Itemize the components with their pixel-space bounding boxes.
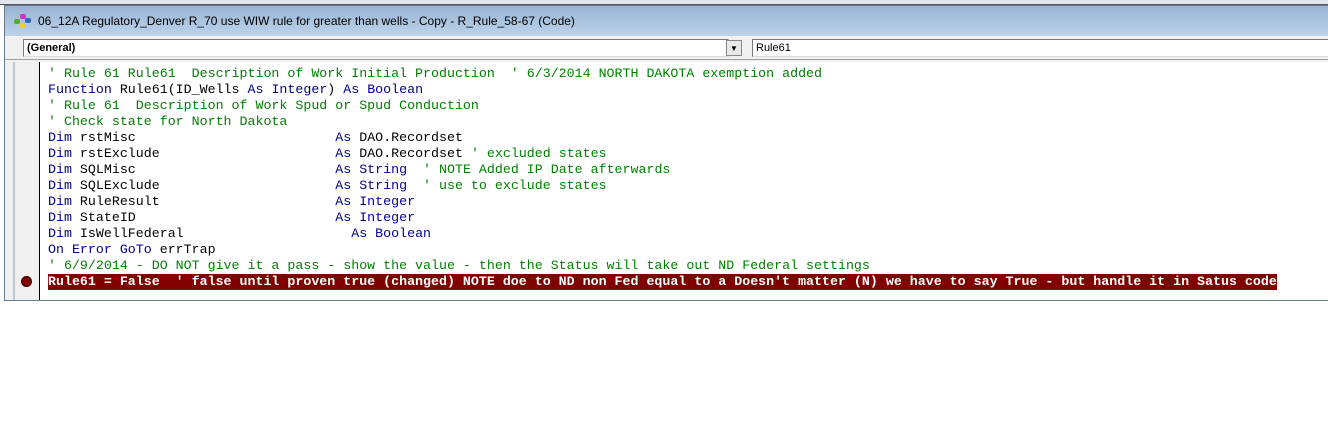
- keyword: Dim: [48, 178, 80, 193]
- code-line[interactable]: Dim RuleResult As Integer: [48, 194, 1277, 210]
- margin-indicator-bar[interactable]: [15, 62, 40, 300]
- code-line[interactable]: On Error GoTo errTrap: [48, 242, 1277, 258]
- chevron-down-icon[interactable]: ▼: [726, 40, 742, 56]
- keyword: Dim: [48, 146, 80, 161]
- combo-bar: (General) ▼ Rule61: [5, 36, 1328, 60]
- keyword: As: [335, 146, 360, 161]
- identifier: DAO.Recordset: [359, 146, 471, 161]
- identifier: Rule61(ID_Wells: [119, 82, 248, 97]
- identifier: rstExclude: [79, 146, 336, 161]
- comment: ' Check state for North Dakota: [48, 114, 288, 129]
- keyword: As Integer: [335, 194, 416, 209]
- keyword: As: [335, 130, 360, 145]
- code-line[interactable]: Function Rule61(ID_Wells As Integer) As …: [48, 82, 1277, 98]
- identifier: errTrap: [159, 242, 216, 257]
- comment: ' NOTE Added IP Date afterwards: [423, 162, 671, 177]
- keyword: As Boolean: [343, 82, 424, 97]
- keyword: Function: [48, 82, 120, 97]
- identifier: DAO.Recordset: [359, 130, 463, 145]
- code-line[interactable]: Rule61 = False ' false until proven true…: [48, 274, 1277, 290]
- identifier: rstMisc: [79, 130, 336, 145]
- title-bar[interactable]: 06_12A Regulatory_Denver R_70 use WIW ru…: [5, 6, 1328, 36]
- comment: ' excluded states: [470, 146, 607, 161]
- keyword: As Boolean: [351, 226, 432, 241]
- breakpoint-line: Rule61 = False ' false until proven true…: [48, 274, 1277, 290]
- code-line[interactable]: Dim rstMisc As DAO.Recordset: [48, 130, 1277, 146]
- keyword: On Error GoTo: [48, 242, 160, 257]
- comment: ' use to exclude states: [423, 178, 607, 193]
- code-line[interactable]: Dim SQLExclude As String ' use to exclud…: [48, 178, 1277, 194]
- keyword: Dim: [48, 194, 80, 209]
- code-line[interactable]: Dim StateID As Integer: [48, 210, 1277, 226]
- identifier: IsWellFederal: [79, 226, 352, 241]
- window-title: 06_12A Regulatory_Denver R_70 use WIW ru…: [38, 14, 575, 28]
- comment: ' Rule 61 Rule61 Description of Work Ini…: [48, 66, 823, 81]
- keyword: Dim: [48, 210, 80, 225]
- keyword: Dim: [48, 226, 80, 241]
- code-line[interactable]: ' Check state for North Dakota: [48, 114, 1277, 130]
- comment: ' 6/9/2014 - DO NOT give it a pass - sho…: [48, 258, 870, 273]
- code-line[interactable]: Dim rstExclude As DAO.Recordset ' exclud…: [48, 146, 1277, 162]
- keyword: Dim: [48, 130, 80, 145]
- vba-project-icon: [14, 13, 32, 29]
- identifier: ): [327, 82, 344, 97]
- identifier: RuleResult: [79, 194, 336, 209]
- breakpoint-icon[interactable]: [21, 276, 32, 287]
- code-line[interactable]: ' Rule 61 Rule61 Description of Work Ini…: [48, 66, 1277, 82]
- procedure-combo[interactable]: Rule61: [752, 39, 1328, 57]
- keyword: As Integer: [335, 210, 416, 225]
- code-line[interactable]: Dim SQLMisc As String ' NOTE Added IP Da…: [48, 162, 1277, 178]
- code-line[interactable]: ' Rule 61 Description of Work Spud or Sp…: [48, 98, 1277, 114]
- keyword: As String: [335, 162, 424, 177]
- comment: ' Rule 61 Description of Work Spud or Sp…: [48, 98, 479, 113]
- identifier: StateID: [79, 210, 336, 225]
- code-line[interactable]: Dim IsWellFederal As Boolean: [48, 226, 1277, 242]
- keyword: Dim: [48, 162, 80, 177]
- keyword: As String: [335, 178, 424, 193]
- code-text[interactable]: ' Rule 61 Rule61 Description of Work Ini…: [48, 66, 1277, 290]
- identifier: SQLMisc: [79, 162, 336, 177]
- code-window: 06_12A Regulatory_Denver R_70 use WIW ru…: [4, 5, 1328, 301]
- keyword: As Integer: [247, 82, 328, 97]
- code-line[interactable]: ' 6/9/2014 - DO NOT give it a pass - sho…: [48, 258, 1277, 274]
- code-editor[interactable]: ' Rule 61 Rule61 Description of Work Ini…: [13, 62, 1328, 300]
- object-combo[interactable]: (General): [23, 39, 729, 57]
- identifier: SQLExclude: [79, 178, 336, 193]
